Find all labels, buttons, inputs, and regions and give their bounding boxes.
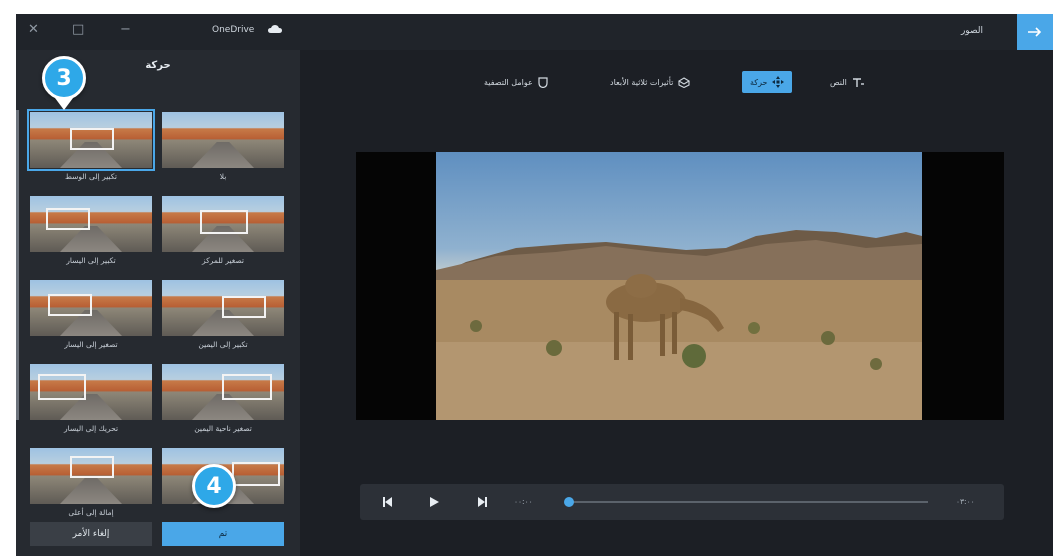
cancel-button[interactable]: إلغاء الأمر	[30, 522, 152, 546]
thumbnail-label: تصغير إلى اليسار	[64, 340, 118, 349]
previous-frame-icon[interactable]	[382, 496, 394, 508]
arrow-right-icon	[1028, 27, 1042, 37]
road-image	[60, 478, 122, 504]
motion-thumbnail-zoom-right[interactable]	[162, 280, 284, 336]
play-icon[interactable]	[428, 496, 440, 508]
toolbar-motion[interactable]: حركة	[742, 71, 793, 93]
crop-frame	[222, 296, 266, 318]
road-image	[192, 142, 254, 168]
step-callout-4: 4	[192, 464, 236, 508]
toolbar-label: تأثيرات ثلاثية الأبعاد	[610, 77, 674, 87]
motion-thumbnail-zoom-left[interactable]	[30, 196, 152, 252]
crop-frame	[200, 210, 248, 234]
motion-thumbnail-pan-left[interactable]	[30, 364, 152, 420]
thumbnail-label: تكبير إلى اليمين	[198, 340, 248, 349]
crop-frame	[232, 462, 280, 486]
3d-effects-icon	[678, 76, 691, 88]
toolbar-3d-effects[interactable]: تأثيرات ثلاثية الأبعاد	[610, 71, 691, 93]
toolbar-label: عوامل التصفية	[484, 77, 533, 87]
thumbnail-label: تصغير للمركز	[202, 256, 244, 265]
thumbnail-label: تكبير إلى اليسار	[66, 256, 116, 265]
toolbar-filters[interactable]: عوامل التصفية	[484, 71, 548, 93]
seek-track[interactable]	[568, 501, 928, 503]
current-time: ٠٠:٠٠	[514, 497, 533, 506]
video-editor-window: ✕ □ − OneDrive الصور حركة تكبير إلى الوس…	[16, 14, 1053, 556]
motion-sidebar: حركة تكبير إلى الوسط بلا تكبير إلى اليسا…	[16, 50, 300, 556]
motion-thumbnail-none[interactable]	[162, 112, 284, 168]
motion-thumbnail-zoom-out-center[interactable]	[162, 196, 284, 252]
sidebar-scrollbar[interactable]	[16, 110, 19, 420]
title-bar: ✕ □ − OneDrive الصور	[16, 14, 1053, 50]
filter-icon	[538, 76, 548, 88]
text-icon	[852, 77, 864, 87]
motion-thumbnail-tilt-up[interactable]	[30, 448, 152, 504]
maximize-icon[interactable]: □	[72, 22, 84, 37]
crop-frame	[46, 208, 90, 230]
motion-icon	[772, 76, 785, 88]
desert-camel-image	[436, 230, 922, 420]
end-time: ٠٣:٠٠	[956, 497, 975, 506]
minimize-icon[interactable]: −	[120, 22, 131, 37]
toolbar-text[interactable]: النص	[830, 71, 864, 93]
thumbnail-label: تحريك إلى اليسار	[63, 424, 119, 433]
motion-thumbnail-zoom-out-left[interactable]	[30, 280, 152, 336]
crop-frame	[70, 128, 114, 150]
back-button[interactable]	[1017, 14, 1053, 50]
callout-pointer	[55, 98, 73, 110]
cloud-icon	[268, 25, 282, 33]
thumbnail-label: إمالة إلى أعلى	[68, 508, 114, 517]
crop-frame	[222, 374, 272, 400]
done-button[interactable]: تم	[162, 522, 284, 546]
playback-bar: ٠٠:٠٠ ٠٣:٠٠	[360, 484, 1004, 520]
thumbnail-label: تصغير ناحية اليمين	[194, 424, 252, 433]
crop-frame	[48, 294, 92, 316]
seek-handle[interactable]	[564, 497, 574, 507]
next-frame-icon[interactable]	[476, 496, 488, 508]
step-callout-3: 3	[42, 56, 86, 100]
preview-photo	[436, 152, 922, 420]
thumbnail-label: بلا	[219, 172, 227, 181]
thumbnail-label: تكبير إلى الوسط	[65, 172, 117, 181]
motion-thumbnail-zoom-center[interactable]	[27, 109, 155, 171]
crop-frame	[38, 374, 86, 400]
toolbar-label: حركة	[750, 77, 768, 87]
crop-frame	[70, 456, 114, 478]
toolbar-label: النص	[830, 77, 847, 87]
app-name: OneDrive	[212, 25, 255, 35]
video-preview	[356, 152, 1004, 420]
back-label: الصور	[960, 26, 983, 36]
motion-thumbnail-zoom-out-right[interactable]	[162, 364, 284, 420]
close-icon[interactable]: ✕	[28, 22, 39, 37]
